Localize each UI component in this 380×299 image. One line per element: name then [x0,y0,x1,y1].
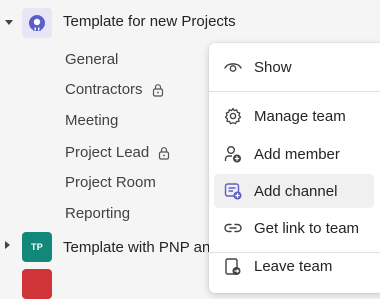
menu-item-manage-team[interactable]: Manage team [214,99,374,133]
team-name[interactable]: Template with PNP and [63,239,219,256]
team-context-menu: Show Manage team Add member Add channel … [209,43,380,293]
add-channel-icon [222,180,244,202]
eye-icon [222,56,244,78]
menu-item-label: Add channel [254,182,338,200]
menu-item-leave-team[interactable]: Leave team [214,249,374,283]
gear-icon [222,105,244,127]
chevron-down-icon[interactable] [5,20,13,25]
chevron-right-icon[interactable] [5,241,10,249]
channel-label: Contractors [65,81,143,98]
channel-reporting[interactable]: Reporting [65,205,130,222]
menu-item-add-channel[interactable]: Add channel [214,174,374,208]
team-avatar: TP [22,232,52,262]
team-avatar [22,269,52,299]
channel-project-room[interactable]: Project Room [65,174,156,191]
lock-icon [152,83,163,97]
team-name[interactable]: Template for new Projects [63,13,236,30]
channel-general[interactable]: General [65,51,118,68]
channel-label: Project Lead [65,144,150,161]
channel-project-lead[interactable]: Project Lead [65,144,171,161]
menu-item-label: Manage team [254,107,346,125]
menu-item-label: Show [254,58,292,76]
menu-item-get-link[interactable]: Get link to team [214,211,374,245]
add-person-icon [222,143,244,165]
menu-item-label: Add member [254,145,340,163]
lock-icon [159,146,170,160]
channel-label: Meeting [65,112,119,129]
channel-contractors[interactable]: Contractors [65,81,165,98]
menu-item-label: Get link to team [254,219,360,237]
team-avatar [22,8,52,38]
channel-label: General [65,51,119,68]
link-icon [222,217,244,239]
leave-icon [222,255,244,277]
menu-item-label: Leave team [254,257,333,275]
menu-item-show[interactable]: Show [214,50,374,84]
menu-item-add-member[interactable]: Add member [214,137,374,171]
menu-divider [209,91,380,92]
team-logo-icon [29,15,45,31]
channel-label: Project Room [65,174,156,191]
channel-meeting[interactable]: Meeting [65,112,118,129]
channel-label: Reporting [65,205,131,222]
